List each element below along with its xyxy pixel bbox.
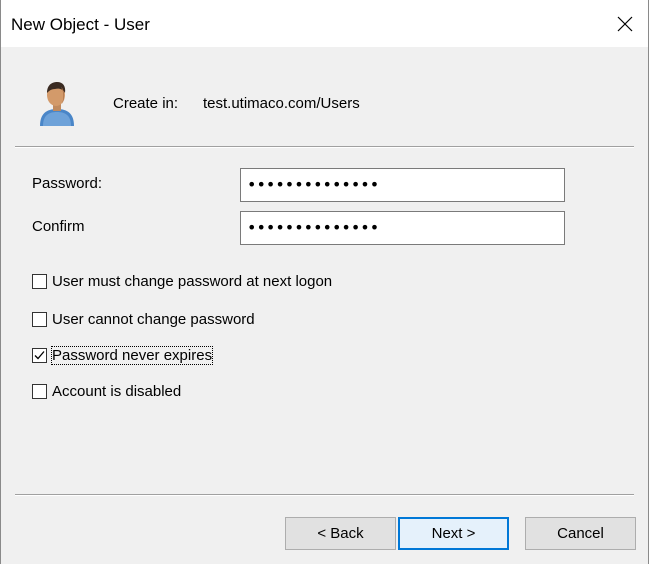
password-field[interactable]: •••••••••••••• — [240, 168, 565, 202]
title-bar: New Object - User — [1, 0, 648, 47]
must-change-password-checkbox[interactable] — [32, 273, 47, 289]
account-disabled-checkbox[interactable] — [32, 383, 47, 399]
option-must-change-password[interactable]: User must change password at next logon — [32, 271, 332, 291]
new-object-user-dialog: New Object - User Create in: test.utimac… — [0, 0, 649, 564]
create-in-header: Create in: test.utimaco.com/Users — [1, 47, 648, 147]
confirm-label: Confirm — [32, 218, 85, 235]
checkmark-icon — [34, 350, 45, 359]
password-never-expires-checkbox[interactable] — [32, 347, 47, 363]
header-separator — [15, 146, 634, 148]
create-in-path: test.utimaco.com/Users — [203, 95, 360, 112]
next-button[interactable]: Next > — [398, 517, 509, 550]
window-title: New Object - User — [11, 15, 150, 34]
create-in-label: Create in: — [113, 95, 179, 112]
cancel-button[interactable]: Cancel — [525, 517, 636, 550]
footer-separator — [15, 494, 634, 496]
cannot-change-password-label: User cannot change password — [52, 310, 255, 328]
confirm-password-field[interactable]: •••••••••••••• — [240, 211, 565, 245]
account-disabled-label: Account is disabled — [52, 382, 182, 400]
option-account-disabled[interactable]: Account is disabled — [32, 381, 181, 401]
password-label: Password: — [32, 175, 103, 192]
back-button[interactable]: < Back — [285, 517, 396, 550]
cannot-change-password-checkbox[interactable] — [32, 311, 47, 327]
close-icon — [617, 16, 633, 31]
password-never-expires-label: Password never expires — [50, 345, 214, 365]
user-icon — [40, 82, 74, 126]
option-password-never-expires[interactable]: Password never expires — [32, 345, 214, 365]
option-cannot-change-password[interactable]: User cannot change password — [32, 309, 255, 329]
close-button[interactable] — [602, 0, 648, 47]
must-change-password-label: User must change password at next logon — [52, 272, 333, 290]
